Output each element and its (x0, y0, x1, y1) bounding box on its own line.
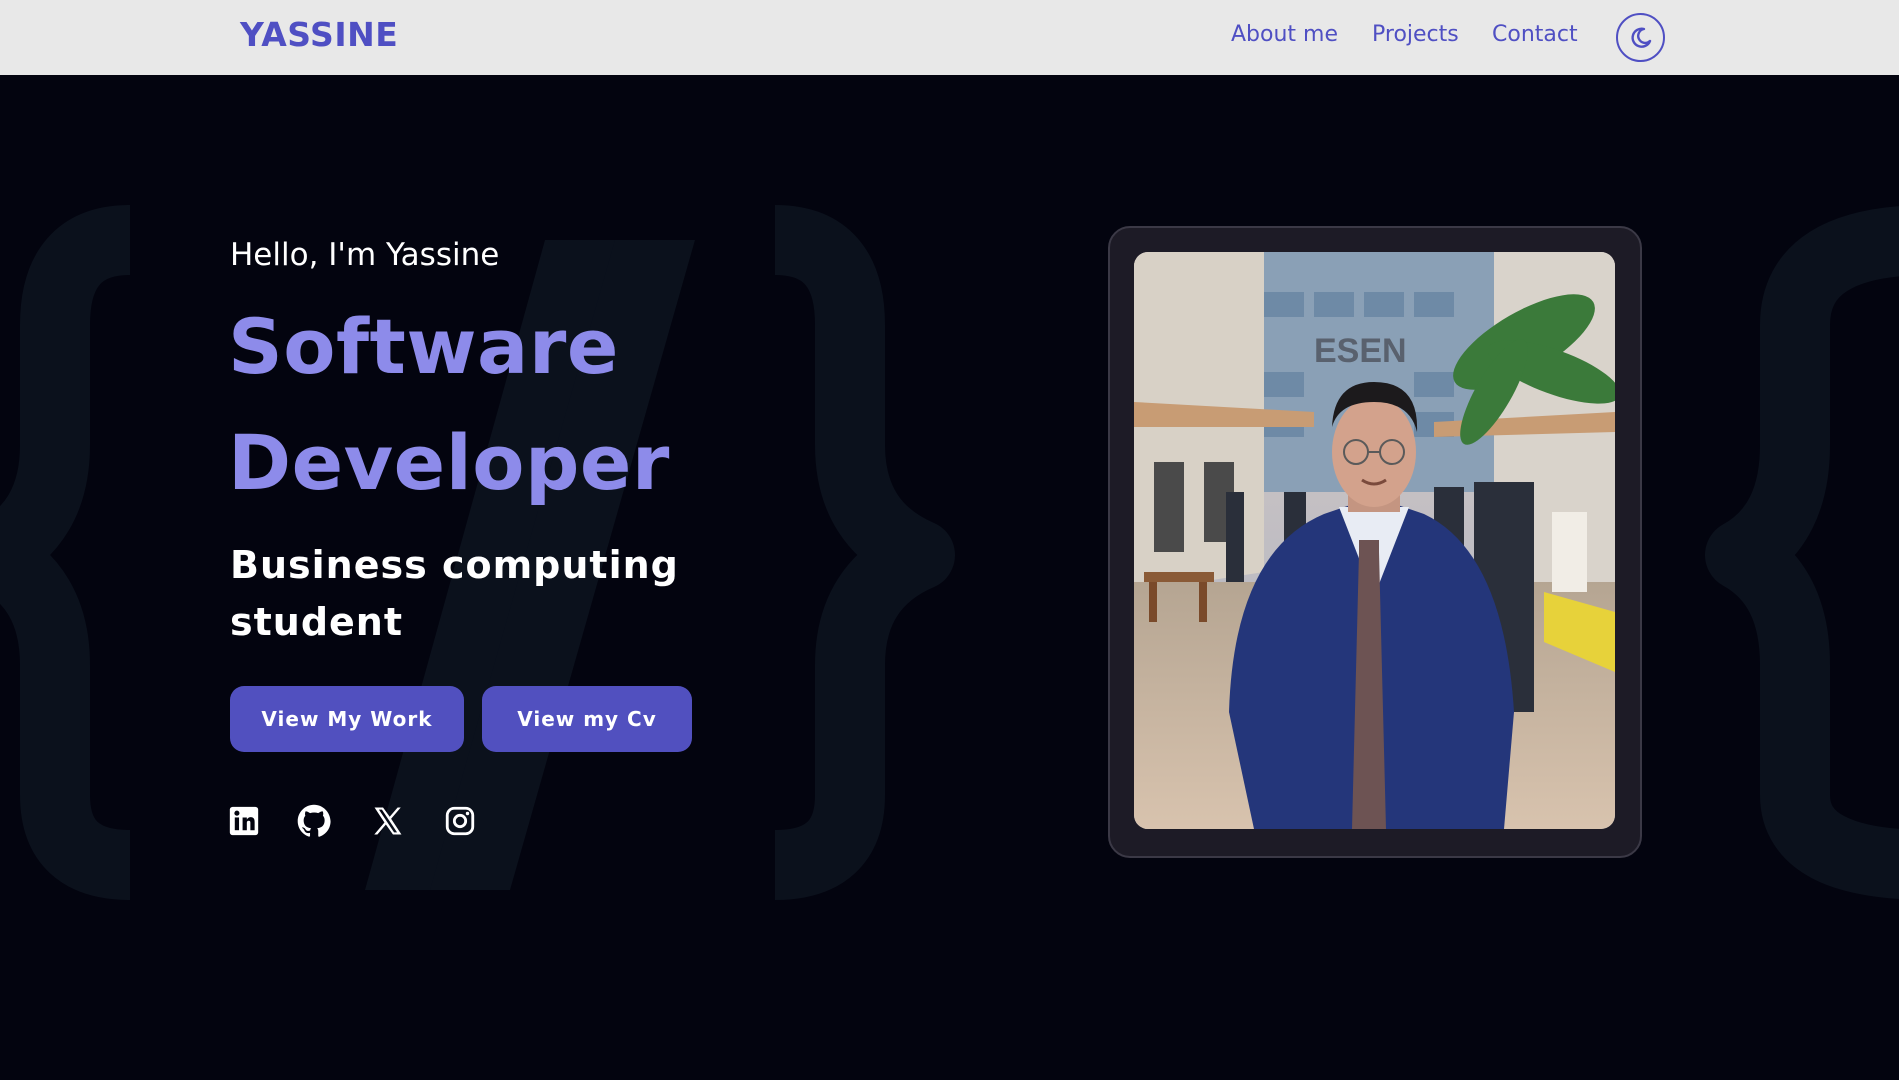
navbar: YASSINE About me Projects Contact (0, 0, 1899, 75)
x-icon[interactable] (371, 804, 405, 838)
role-title-line2: Developer (228, 418, 670, 507)
logo[interactable]: YASSINE (240, 15, 398, 54)
building-sign: ESEN (1314, 332, 1407, 370)
nav-link-about[interactable]: About me (1231, 22, 1338, 47)
linkedin-icon[interactable] (227, 804, 261, 838)
nav-link-contact[interactable]: Contact (1492, 22, 1578, 47)
theme-toggle-button[interactable] (1616, 13, 1665, 62)
instagram-icon[interactable] (443, 804, 477, 838)
github-icon[interactable] (297, 804, 331, 838)
nav-link-projects[interactable]: Projects (1372, 22, 1459, 47)
role-title-line1: Software (228, 302, 619, 391)
greeting-text: Hello, I'm Yassine (230, 237, 500, 273)
moon-icon (1630, 26, 1651, 48)
profile-photo: ESEN (1134, 252, 1615, 829)
view-cv-button[interactable]: View my Cv (482, 686, 692, 752)
subtitle: Business computing student (230, 543, 679, 644)
view-work-button[interactable]: View My Work (230, 686, 464, 752)
